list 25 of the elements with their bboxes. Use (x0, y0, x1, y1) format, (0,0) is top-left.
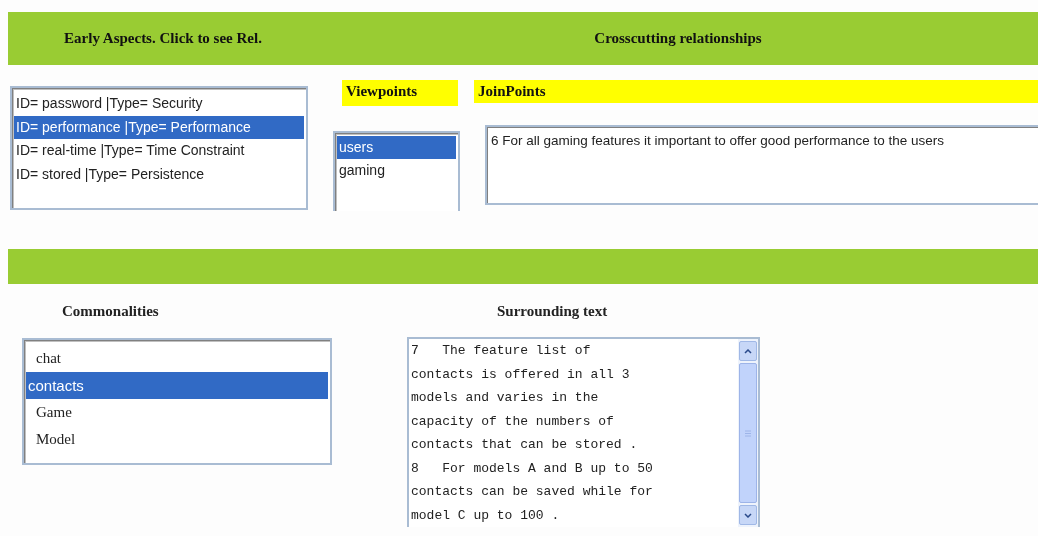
viewpoints-label: Viewpoints (342, 80, 458, 106)
list-item[interactable]: ID= performance |Type= Performance (14, 115, 304, 139)
joinpoints-textarea[interactable]: 6 For all gaming features it important to offer good performance to the users (485, 125, 1038, 205)
section-title: Surrounding text (497, 303, 608, 319)
viewpoints-listbox[interactable]: users gaming (333, 131, 460, 211)
list-item[interactable]: gaming (337, 159, 456, 182)
scroll-up-icon (744, 348, 752, 354)
surrounding-textarea[interactable]: 7 The feature list of contacts is offered in all 3 models and varies in the capacity of the numbers of contacts that can be stored . 8 For models A and B up to 50 contacts can be saved while for model C up to 100 . (407, 337, 760, 527)
aspects-listbox[interactable]: ID= password |Type= Security ID= performance |Type= Performance ID= real-time |Type= Time Constraint ID= stored |Type= Persistence (10, 86, 308, 210)
list-item[interactable]: Model (26, 426, 328, 453)
section-title: Crosscutting relationships (593, 30, 763, 47)
list-item[interactable]: Game (26, 399, 328, 426)
section-title: Early Aspects. Click to see Rel. (63, 30, 263, 47)
scrollbar[interactable] (738, 339, 758, 527)
commonalities-listbox[interactable]: chat contacts Game Model (22, 338, 332, 465)
list-item[interactable]: ID= stored |Type= Persistence (14, 162, 304, 186)
section-title: Commonalities (62, 303, 159, 319)
list-item[interactable]: users (337, 136, 456, 159)
joinpoints-label: JoinPoints (474, 80, 1038, 103)
list-item[interactable]: chat (26, 345, 328, 372)
list-item[interactable]: ID= password |Type= Security (14, 92, 304, 116)
list-item[interactable]: contacts (26, 372, 328, 399)
list-item[interactable]: ID= real-time |Type= Time Constraint (14, 139, 304, 163)
scroll-down-icon (744, 512, 752, 518)
grip-icon (745, 429, 751, 437)
